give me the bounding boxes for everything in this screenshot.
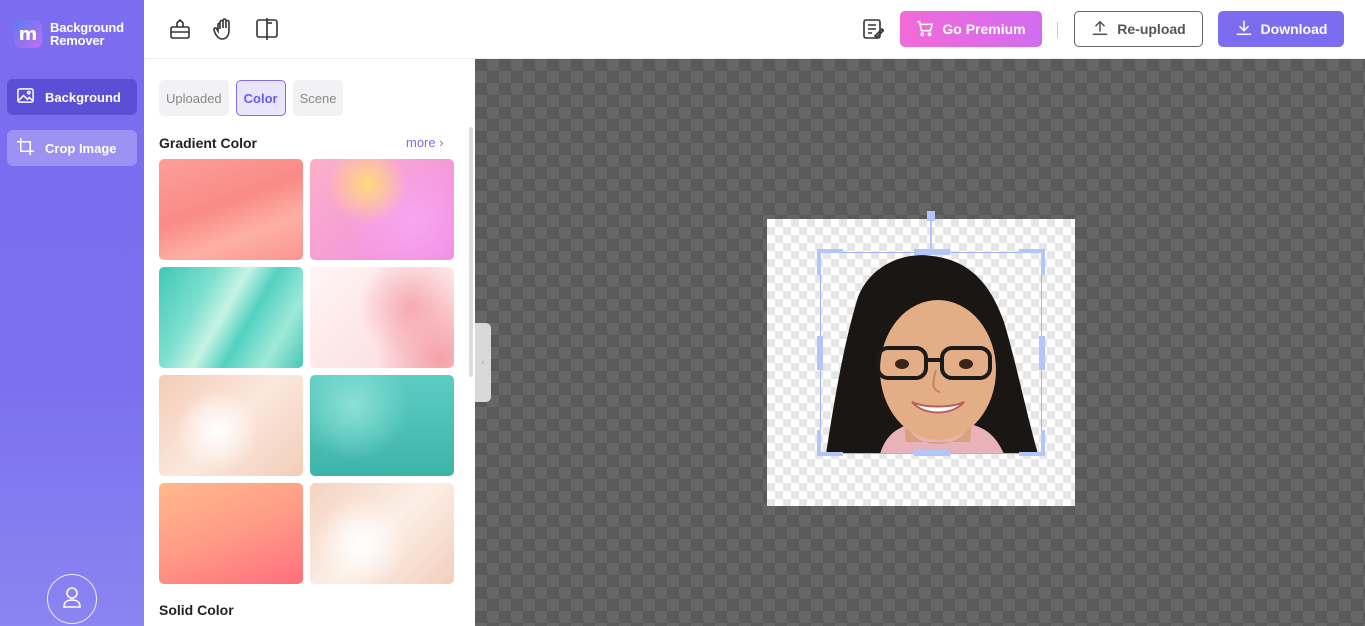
tab-color[interactable]: Color: [235, 80, 286, 116]
crop-handle-top[interactable]: [914, 249, 950, 255]
swatch-teal-bokeh[interactable]: [310, 375, 454, 476]
collapse-panel-handle[interactable]: ‹: [475, 323, 491, 402]
top-toolbar: Go Premium Re-upload Download: [144, 0, 1365, 59]
eraser-icon[interactable]: [168, 17, 192, 41]
gradient-color-title: Gradient Color: [159, 135, 258, 151]
sidebar: m Background Remover Background Crop Ima…: [0, 0, 144, 626]
swatch-coral-wave[interactable]: [159, 159, 303, 260]
swatch-coral-sunset[interactable]: [159, 483, 303, 584]
crop-corner-tl-v[interactable]: [817, 249, 821, 275]
more-label: more: [406, 135, 436, 150]
toolbar-divider: [1057, 22, 1058, 38]
crop-corner-tr-v[interactable]: [1041, 249, 1045, 275]
hand-icon[interactable]: [212, 17, 236, 41]
swatch-peach-watercolor[interactable]: [310, 483, 454, 584]
app-name: Background Remover: [50, 21, 124, 47]
upload-icon: [1091, 19, 1109, 40]
app-brand[interactable]: m Background Remover: [14, 20, 124, 48]
sidebar-item-label: Background: [45, 89, 121, 105]
image-artboard[interactable]: [767, 211, 1075, 506]
swatch-pink-yellow-haze[interactable]: [310, 159, 454, 260]
image-icon: [16, 86, 35, 108]
avatar[interactable]: [47, 574, 97, 624]
user-icon: [60, 585, 84, 614]
crop-icon: [16, 137, 35, 159]
background-panel: Uploaded Color Scene Gradient Color more…: [144, 59, 475, 626]
swatch-rose-petals[interactable]: [310, 267, 454, 368]
more-link[interactable]: more ›: [406, 135, 444, 150]
crop-corner-br-v[interactable]: [1041, 430, 1045, 456]
download-button[interactable]: Download: [1218, 11, 1344, 47]
go-premium-label: Go Premium: [942, 21, 1026, 37]
panel-scrollbar[interactable]: [469, 127, 473, 377]
crop-handle-bottom[interactable]: [914, 450, 950, 456]
go-premium-button[interactable]: Go Premium: [900, 11, 1042, 47]
crop-handle-right[interactable]: [1039, 336, 1045, 370]
reupload-button[interactable]: Re-upload: [1074, 11, 1203, 47]
editor-canvas[interactable]: [475, 59, 1365, 626]
app-logo-icon: m: [14, 20, 42, 48]
notes-icon[interactable]: [862, 18, 885, 40]
tab-scene[interactable]: Scene: [292, 80, 344, 116]
chevron-right-icon: ›: [439, 135, 444, 150]
download-label: Download: [1260, 21, 1328, 37]
compare-icon[interactable]: [255, 17, 279, 41]
background-tabs: Uploaded Color Scene: [159, 80, 344, 116]
crop-frame[interactable]: [820, 252, 1042, 454]
download-icon: [1235, 19, 1253, 40]
rotate-handle[interactable]: [927, 211, 935, 221]
sidebar-item-crop-image[interactable]: Crop Image: [7, 130, 137, 166]
sidebar-item-label: Crop Image: [45, 140, 117, 156]
crop-corner-bl-v[interactable]: [817, 430, 821, 456]
tab-uploaded[interactable]: Uploaded: [159, 80, 229, 116]
solid-color-title: Solid Color: [159, 602, 234, 618]
swatch-teal-silk[interactable]: [159, 267, 303, 368]
sidebar-item-background[interactable]: Background: [7, 79, 137, 115]
reupload-label: Re-upload: [1117, 21, 1186, 37]
rotate-handle-stem: [930, 221, 932, 251]
chevron-left-icon: ‹: [481, 357, 485, 368]
cart-icon: [916, 19, 934, 40]
swatch-peach-cloud[interactable]: [159, 375, 303, 476]
crop-handle-left[interactable]: [817, 336, 823, 370]
app-name-line2: Remover: [50, 33, 105, 48]
